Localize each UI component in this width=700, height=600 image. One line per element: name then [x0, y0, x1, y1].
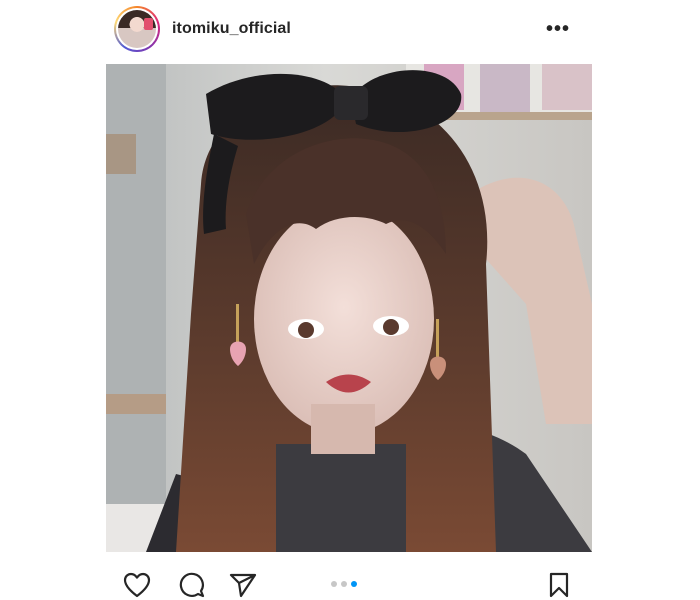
heart-icon[interactable]	[122, 570, 152, 600]
carousel-dot[interactable]	[331, 581, 337, 587]
carousel-indicator	[331, 581, 357, 587]
post-photo[interactable]	[106, 64, 592, 552]
avatar-image	[118, 10, 156, 48]
send-icon[interactable]	[228, 570, 258, 600]
carousel-dot-active[interactable]	[351, 581, 357, 587]
avatar[interactable]	[114, 6, 160, 52]
bookmark-icon[interactable]	[544, 570, 574, 600]
post-header: itomiku_official •••	[106, 0, 592, 58]
photo-illustration	[106, 64, 592, 552]
more-options-icon[interactable]: •••	[546, 19, 570, 39]
post-actions	[106, 560, 592, 600]
username-link[interactable]: itomiku_official	[172, 20, 291, 38]
comment-icon[interactable]	[176, 570, 206, 600]
carousel-dot[interactable]	[341, 581, 347, 587]
